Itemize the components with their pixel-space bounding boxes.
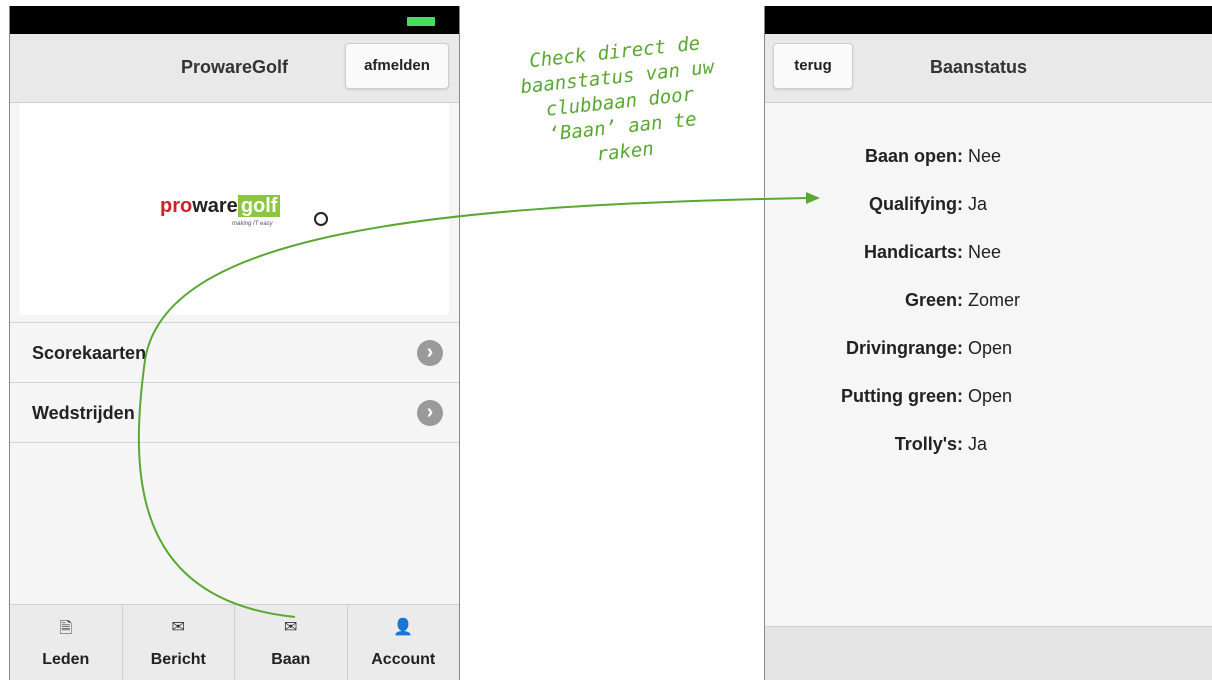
status-value: Zomer <box>968 290 1021 310</box>
menu-item-wedstrijden[interactable]: Wedstrijden › <box>10 382 459 443</box>
user-icon: 👤 <box>393 619 414 636</box>
status-key: Green: <box>904 290 963 310</box>
chevron-right-icon: › <box>417 400 443 426</box>
status-value: Ja <box>968 194 988 214</box>
status-value: Open <box>968 386 1013 406</box>
proware-golf-logo: proware golf making IT easy <box>160 195 340 235</box>
tab-account[interactable]: 👤 Account <box>348 605 460 680</box>
logout-button[interactable]: afmelden <box>345 43 449 89</box>
logo-tagline: making IT easy <box>232 221 273 227</box>
status-row-trollys: Trolly's: Ja <box>765 434 1212 458</box>
status-row-baan-open: Baan open: Nee <box>765 146 1212 170</box>
page-header: terug Baanstatus <box>765 34 1212 103</box>
document-icon: 🗎 <box>59 620 73 637</box>
envelope-icon: ✉ <box>171 619 185 636</box>
status-bar <box>765 6 1212 34</box>
logo-pro: pro <box>160 195 193 217</box>
status-key: Handicarts: <box>863 242 963 262</box>
logo-ware: ware <box>192 195 238 217</box>
menu-item-label: Wedstrijden <box>32 403 135 423</box>
app-header: ProwareGolf afmelden <box>10 34 459 103</box>
status-key: Qualifying: <box>869 194 963 214</box>
tab-baan[interactable]: ✉ Baan <box>235 605 348 680</box>
status-key: Putting green: <box>841 386 963 406</box>
status-row-putting-green: Putting green: Open <box>765 386 1212 410</box>
annotation-text: Check direct de baanstatus van uw clubba… <box>474 26 766 180</box>
status-bar <box>10 6 459 34</box>
menu-item-scorekaarten[interactable]: Scorekaarten › <box>10 322 459 382</box>
tab-label: Leden <box>42 651 90 668</box>
right-phone-screen: terug Baanstatus Baan open: Nee Qualifyi… <box>764 6 1212 680</box>
status-value: Open <box>968 338 1013 358</box>
status-key: Baan open: <box>864 146 963 166</box>
tab-leden[interactable]: 🗎 Leden <box>10 605 123 680</box>
footer-bar <box>765 626 1212 680</box>
logo-ball-icon <box>314 212 328 226</box>
status-value: Ja <box>968 434 988 454</box>
status-key: Drivingrange: <box>845 338 963 358</box>
page-title: Baanstatus <box>930 57 1028 77</box>
tab-bar: 🗎 Leden ✉ Bericht ✉ Baan 👤 Account <box>10 604 459 680</box>
tab-label: Account <box>371 651 436 668</box>
menu-item-label: Scorekaarten <box>32 343 147 363</box>
tab-label: Baan <box>271 651 311 668</box>
battery-icon <box>407 17 435 26</box>
chevron-right-icon: › <box>417 340 443 366</box>
status-row-green: Green: Zomer <box>765 290 1212 314</box>
tab-label: Bericht <box>150 651 206 668</box>
status-row-drivingrange: Drivingrange: Open <box>765 338 1212 362</box>
back-button[interactable]: terug <box>773 43 853 89</box>
logo-golf: golf <box>237 195 281 217</box>
tab-bericht[interactable]: ✉ Bericht <box>123 605 235 680</box>
status-row-qualifying: Qualifying: Ja <box>765 194 1212 218</box>
status-value: Nee <box>968 146 1002 166</box>
menu-list: Scorekaarten › Wedstrijden › <box>10 322 459 443</box>
status-value: Nee <box>968 242 1002 262</box>
status-key: Trolly's: <box>894 434 963 454</box>
status-row-handicarts: Handicarts: Nee <box>765 242 1212 266</box>
left-phone-screen: ProwareGolf afmelden proware golf making … <box>9 6 460 680</box>
logo-area: proware golf making IT easy <box>20 103 449 315</box>
envelope-icon: ✉ <box>284 619 298 636</box>
